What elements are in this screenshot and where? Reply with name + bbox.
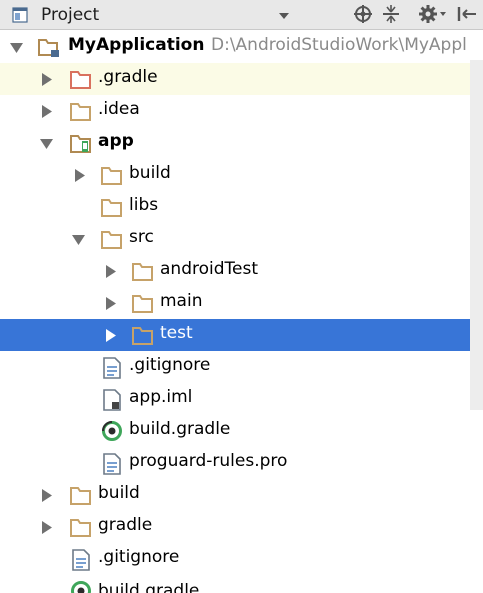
collapsed-arrow-icon[interactable]	[75, 169, 85, 182]
iml-file-icon	[103, 389, 121, 411]
expanded-arrow-icon[interactable]	[40, 139, 53, 149]
collapsed-arrow-icon[interactable]	[42, 521, 52, 534]
folder-icon	[70, 519, 91, 537]
collapsed-arrow-icon[interactable]	[106, 297, 116, 310]
tree-label: app.iml	[129, 387, 193, 407]
android-module-icon	[70, 135, 91, 153]
collapsed-arrow-icon[interactable]	[42, 73, 52, 86]
module-folder-icon	[38, 39, 59, 57]
text-file-icon	[72, 549, 90, 571]
tree-row-app-gitignore[interactable]: .gitignore	[0, 351, 483, 383]
folder-icon	[101, 199, 122, 217]
tree-label: build	[129, 163, 171, 183]
tree-label: app	[98, 131, 134, 151]
tree-row-myapplication[interactable]: MyApplication D:\AndroidStudioWork\MyApp…	[0, 31, 483, 63]
collapsed-arrow-icon[interactable]	[106, 265, 116, 278]
tree-label: .gitignore	[98, 547, 180, 567]
excluded-folder-icon	[70, 71, 91, 89]
folder-icon	[132, 263, 153, 281]
project-view-selector[interactable]: Project	[4, 2, 300, 28]
tree-label: build.gradle	[129, 419, 231, 439]
tree-label: libs	[129, 195, 159, 215]
tree-row-root-build[interactable]: build	[0, 479, 483, 511]
project-path: D:\AndroidStudioWork\MyAppl	[211, 35, 467, 55]
tree-row-proguard[interactable]: proguard-rules.pro	[0, 447, 483, 479]
tree-label: src	[129, 227, 154, 247]
tree-label: build.gradle	[98, 581, 200, 593]
hide-panel-icon[interactable]	[456, 4, 478, 24]
folder-icon	[101, 167, 122, 185]
folder-icon	[70, 487, 91, 505]
tree-row-root-build-gradle[interactable]: build.gradle	[0, 575, 483, 593]
tree-row-dot-gradle[interactable]: .gradle	[0, 63, 483, 95]
tree-row-androidtest[interactable]: androidTest	[0, 255, 483, 287]
tree-row-root-gitignore[interactable]: .gitignore	[0, 543, 483, 575]
tree-label: test	[160, 323, 193, 343]
vertical-scrollbar[interactable]	[470, 60, 483, 410]
tree-label: build	[98, 483, 140, 503]
collapsed-arrow-icon[interactable]	[42, 105, 52, 118]
tree-row-app-build-gradle[interactable]: build.gradle	[0, 415, 483, 447]
project-toolbar: Project	[0, 0, 483, 30]
tree-label: androidTest	[160, 259, 258, 279]
locate-target-icon[interactable]	[353, 4, 373, 24]
collapse-all-icon[interactable]	[381, 4, 401, 24]
tree-label: .gradle	[98, 67, 158, 87]
tree-row-app[interactable]: app	[0, 127, 483, 159]
project-view-icon	[12, 7, 28, 23]
chevron-down-icon[interactable]	[278, 12, 290, 20]
tree-row-src[interactable]: src	[0, 223, 483, 255]
tree-label: MyApplication	[68, 35, 205, 55]
tree-label: .idea	[98, 99, 140, 119]
folder-icon	[70, 103, 91, 121]
expanded-arrow-icon[interactable]	[10, 43, 23, 53]
expanded-arrow-icon[interactable]	[72, 235, 85, 245]
tree-row-gradle[interactable]: gradle	[0, 511, 483, 543]
tree-row-main[interactable]: main	[0, 287, 483, 319]
tree-row-app-iml[interactable]: app.iml	[0, 383, 483, 415]
tree-label: .gitignore	[129, 355, 211, 375]
tree-row-libs[interactable]: libs	[0, 191, 483, 223]
tree-label: gradle	[98, 515, 153, 535]
tree-row-test[interactable]: test	[0, 319, 483, 351]
folder-icon	[132, 327, 153, 345]
project-view-label: Project	[41, 5, 100, 25]
project-tree: MyApplication D:\AndroidStudioWork\MyApp…	[0, 31, 483, 593]
text-file-icon	[103, 357, 121, 379]
gradle-file-icon	[71, 581, 91, 593]
collapsed-arrow-icon[interactable]	[42, 489, 52, 502]
tree-label: main	[160, 291, 203, 311]
text-file-icon	[103, 453, 121, 475]
folder-icon	[132, 295, 153, 313]
tree-row-dot-idea[interactable]: .idea	[0, 95, 483, 127]
settings-gear-icon[interactable]	[418, 4, 448, 24]
folder-icon	[101, 231, 122, 249]
tree-label: proguard-rules.pro	[129, 451, 288, 471]
gradle-file-icon	[102, 421, 122, 441]
tree-row-app-build[interactable]: build	[0, 159, 483, 191]
collapsed-arrow-icon[interactable]	[106, 329, 116, 342]
